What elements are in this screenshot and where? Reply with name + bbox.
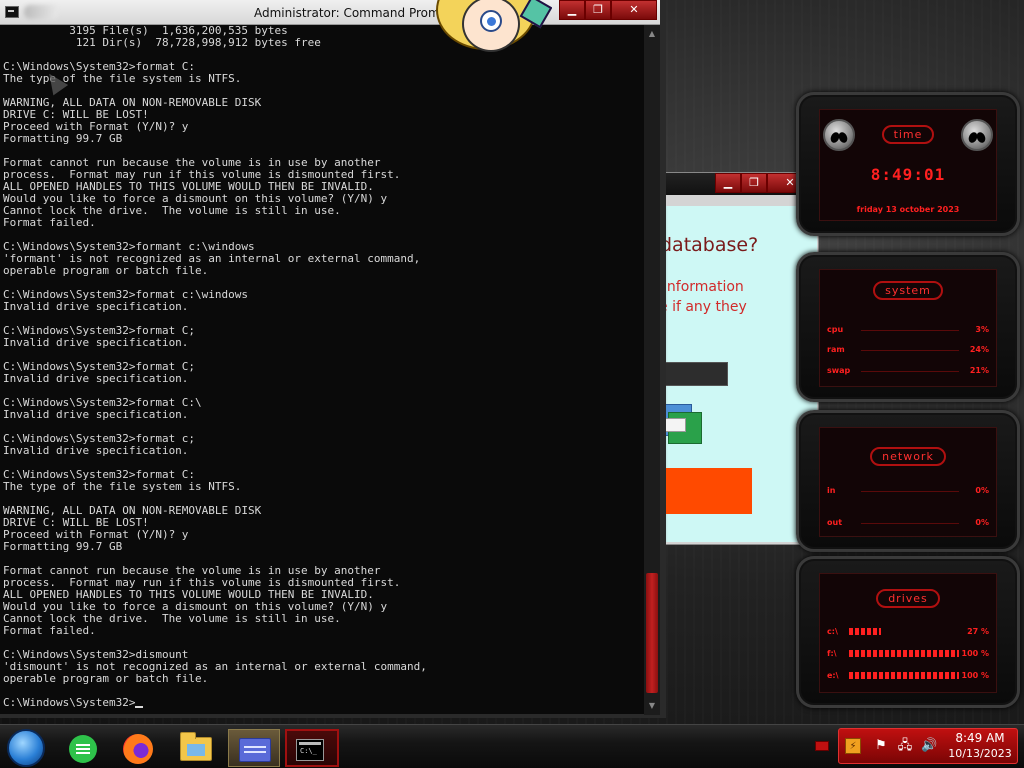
clock-digits: 8:49:01: [870, 165, 946, 184]
console-line: Format failed.: [3, 216, 96, 229]
scroll-up-icon[interactable]: ▲: [645, 27, 659, 41]
taskbar-app[interactable]: [228, 729, 280, 767]
console-line: Formatting 99.7 GB: [3, 132, 123, 145]
system-gadget-title: system: [799, 281, 1017, 300]
volume-icon[interactable]: 🔊: [921, 738, 937, 754]
drives-gadget-title: drives: [799, 589, 1017, 608]
app-titlebar[interactable]: ▁ ❐ ✕: [658, 173, 818, 195]
anime-sticker-image: [428, 0, 552, 62]
network-icon[interactable]: 🖧: [897, 738, 913, 754]
drive-f-stat: f:\ 100 %: [827, 649, 989, 658]
console-line: Format failed.: [3, 624, 96, 637]
firefox-icon: [123, 734, 153, 764]
time-gadget-title: time: [799, 125, 1017, 144]
time-gadget[interactable]: time 8:49:01 friday 13 october 2023: [796, 92, 1020, 236]
network-gadget-title: network: [799, 447, 1017, 466]
console-line: Invalid drive specification.: [3, 444, 189, 457]
drive-c-stat: c:\ 27 %: [827, 627, 989, 636]
cpu-stat: cpu 3%: [827, 325, 989, 334]
scroll-down-icon[interactable]: ▼: [645, 699, 659, 713]
drives-gadget[interactable]: drives c:\ 27 % f:\ 100 % e:\ 100 %: [796, 556, 1020, 708]
tray-app-icon[interactable]: ⚡: [845, 738, 861, 754]
command-prompt-icon: C:\_: [296, 739, 324, 761]
console-line: The type of the file system is NTFS.: [3, 72, 242, 85]
cmd-close-button[interactable]: ✕: [611, 0, 657, 20]
cmd-titlebar[interactable]: Administrator: Command Prompt ▁ ❐ ✕: [0, 0, 660, 25]
ram-stat: ram 24%: [827, 345, 989, 354]
console-line: Invalid drive specification.: [3, 300, 189, 313]
app-heading: database?: [660, 234, 759, 256]
app-input-field[interactable]: [658, 362, 728, 386]
console-line: Invalid drive specification.: [3, 408, 189, 421]
action-center-flag-icon[interactable]: ⚑: [873, 738, 889, 754]
tray-clock-time[interactable]: 8:49 AM: [945, 731, 1015, 745]
console-line: Cannot lock the drive. The volume is sti…: [3, 204, 341, 217]
scroll-thumb[interactable]: [646, 573, 658, 693]
console-line: The type of the file system is NTFS.: [3, 480, 242, 493]
app-maximize-button[interactable]: ❐: [741, 173, 767, 193]
app-text-line: e if any they: [659, 299, 747, 315]
console-prompt-line[interactable]: C:\Windows\System32>: [0, 697, 644, 709]
taskbar-firefox[interactable]: [114, 729, 160, 767]
network-gadget[interactable]: network in 0% out 0%: [796, 410, 1020, 552]
clock-date: friday 13 october 2023: [856, 205, 960, 214]
app-action-button[interactable]: [658, 468, 752, 514]
cmd-window-title: Administrator: Command Prompt: [254, 6, 452, 20]
network-out-stat: out 0%: [827, 518, 989, 527]
console-line: Cannot lock the drive. The volume is sti…: [3, 612, 341, 625]
console-line: operable program or batch file.: [3, 672, 209, 685]
folder-icon: [180, 732, 212, 761]
cmd-title-blur: [24, 5, 58, 19]
drive-e-stat: e:\ 100 %: [827, 671, 989, 680]
cmd-maximize-button[interactable]: ❐: [585, 0, 611, 20]
text-cursor: [135, 706, 144, 708]
app-content: database? information e if any they: [658, 206, 817, 542]
command-prompt-window[interactable]: Administrator: Command Prompt ▁ ❐ ✕ 3195…: [0, 0, 666, 718]
cmd-minimize-button[interactable]: ▁: [559, 0, 585, 20]
console-line: Invalid drive specification.: [3, 336, 189, 349]
notes-icon: [69, 735, 97, 763]
console-line: Invalid drive specification.: [3, 372, 189, 385]
console-line: operable program or batch file.: [3, 264, 209, 277]
start-button[interactable]: [7, 729, 45, 767]
taskbar-command-prompt[interactable]: C:\_: [285, 729, 339, 767]
tray-expand-button[interactable]: [815, 741, 829, 751]
taskbar-file-explorer[interactable]: [172, 729, 218, 767]
system-gadget[interactable]: system cpu 3% ram 24% swap 21%: [796, 252, 1020, 402]
swap-stat: swap 21%: [827, 366, 989, 375]
background-app-window[interactable]: ▁ ❐ ✕ database? information e if any the…: [657, 172, 819, 545]
app-minimize-button[interactable]: ▁: [715, 173, 741, 193]
system-tray: ⚡ ⚑ 🖧 🔊 8:49 AM 10/13/2023: [838, 728, 1018, 764]
cmd-scrollbar[interactable]: ▲ ▼: [644, 25, 660, 715]
app-window-icon: [239, 738, 271, 762]
taskbar-notes[interactable]: [56, 729, 102, 767]
app-text-line: information: [663, 279, 744, 295]
cmd-console-output[interactable]: 3195 File(s) 1,636,200,535 bytes 121 Dir…: [0, 25, 644, 715]
network-in-stat: in 0%: [827, 486, 989, 495]
cmd-window-icon[interactable]: [5, 6, 19, 18]
tray-clock-date[interactable]: 10/13/2023: [945, 747, 1015, 760]
console-line: Formatting 99.7 GB: [3, 540, 123, 553]
console-prompt: C:\Windows\System32>: [3, 696, 136, 709]
